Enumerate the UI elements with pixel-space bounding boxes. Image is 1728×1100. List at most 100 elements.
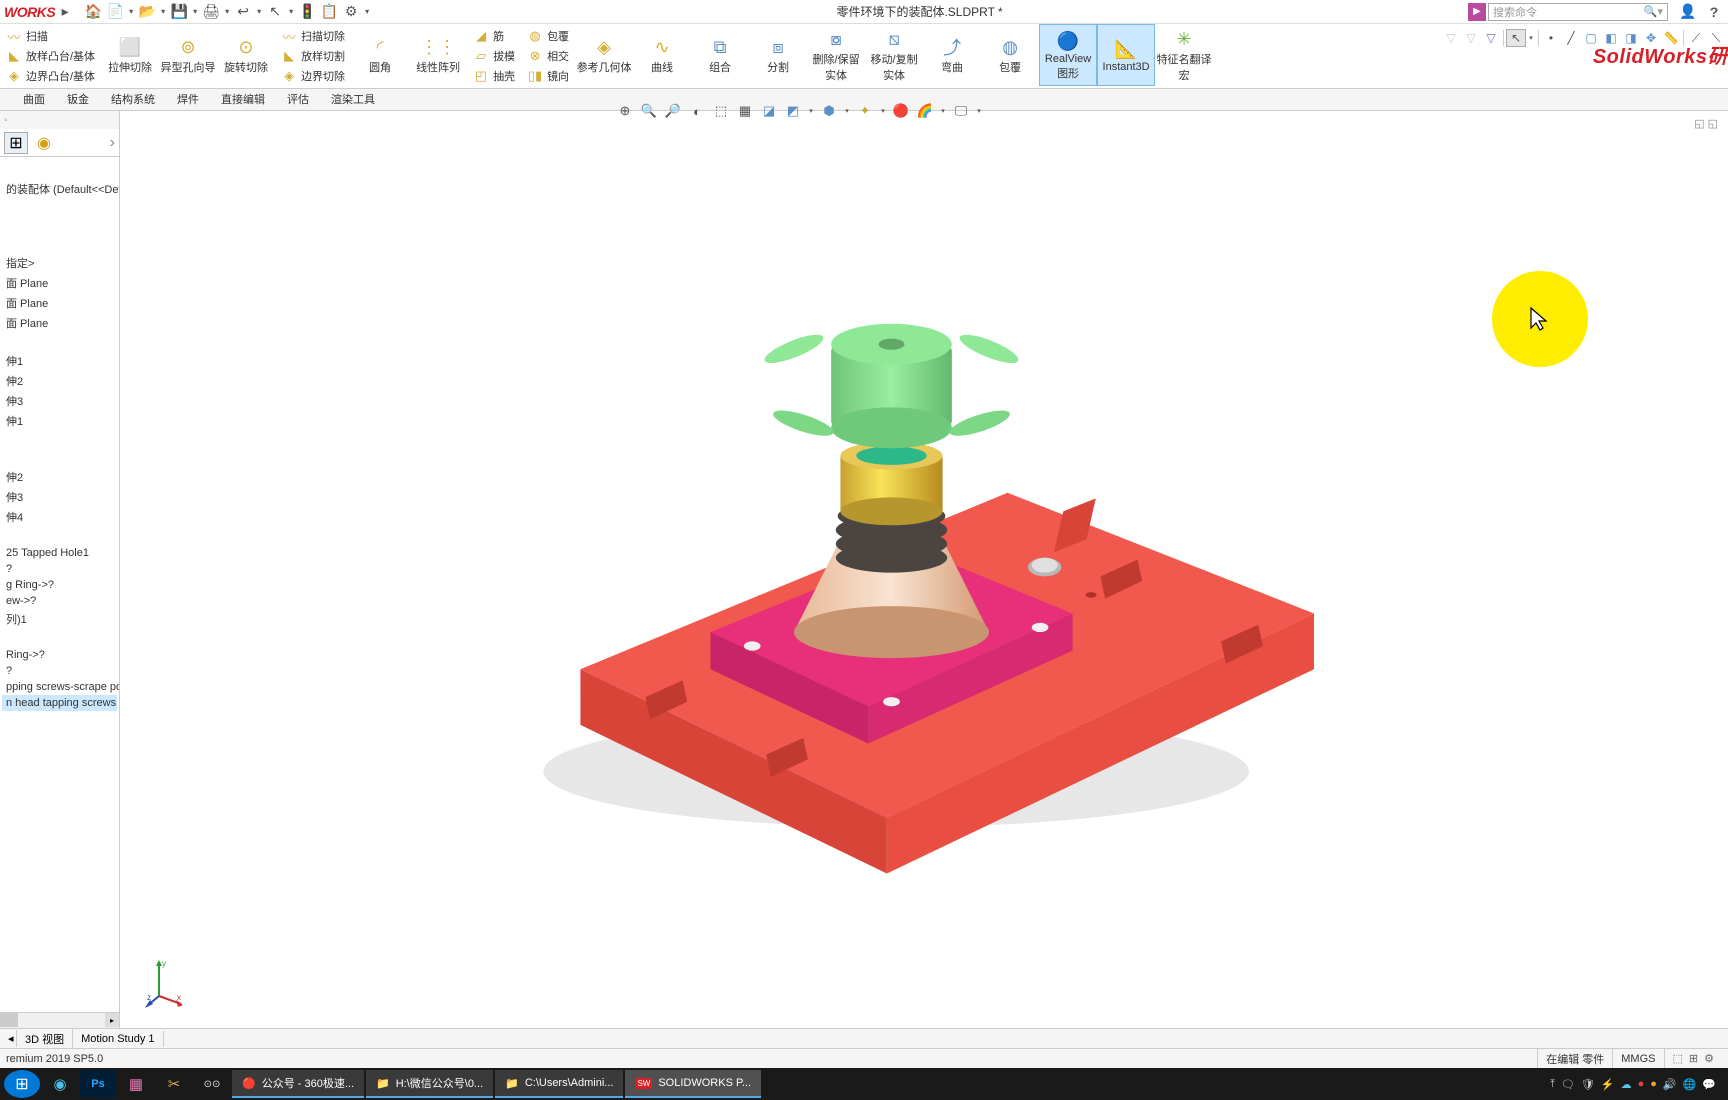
zoom-fit-icon[interactable]: ⊕ [615,101,635,121]
system-tray[interactable]: ⤒ 🗨 🛡 ⚡ ☁ ● ● 🔊 🌐 💬 [1550,1078,1724,1091]
tree-scrollbar[interactable]: ▸ [0,1012,119,1028]
tree-item[interactable]: ? [2,663,117,679]
revolve-cut-button[interactable]: ⊙旋转切除 [217,24,275,86]
dropdown-icon[interactable]: ▾ [843,101,851,121]
rename-button[interactable]: ✳特征名翻译宏 [1155,24,1213,86]
tree-item[interactable]: ew->? [2,593,117,609]
dropdown-icon[interactable]: ▾ [255,2,263,22]
dropdown-icon[interactable]: ▾ [287,2,295,22]
print-icon[interactable]: 🖨 [201,2,221,22]
dropdown-icon[interactable]: ▾ [807,101,815,121]
tab-evaluate[interactable]: 评估 [276,87,320,110]
tree-feature[interactable]: 伸3 [2,487,117,507]
tree-screw[interactable]: pping screws-scrape poin [2,679,117,695]
enclose-button[interactable]: ◍包覆 [981,24,1039,86]
tree-plane[interactable]: 面 Plane [2,293,117,313]
filter2-icon[interactable]: ▽ [1461,29,1481,47]
taskbar-item[interactable]: 🔴公众号 - 360极速... [232,1070,364,1098]
line-icon[interactable]: ╱ [1561,29,1581,47]
tab-surface[interactable]: 曲面 [12,87,56,110]
movecopy-button[interactable]: ⧅移动/复制实体 [865,24,923,86]
dropdown-icon[interactable]: ▾ [159,2,167,22]
window-restore-icon[interactable]: ◱ ◱ [1694,117,1718,130]
search-trigger-icon[interactable]: ▶ [1468,3,1486,21]
refgeo-button[interactable]: ◈参考几何体 [575,24,633,86]
tree-ring[interactable]: Ring->? [2,647,117,663]
taskbar-ps-icon[interactable]: Ps [80,1070,116,1098]
taskbar-browser-icon[interactable]: ◉ [42,1070,78,1098]
select-icon[interactable]: ↖ [265,2,285,22]
realview-button[interactable]: 🔵RealView 图形 [1039,24,1097,86]
combine-button[interactable]: ⧉组合 [691,24,749,86]
intersect-button[interactable]: ⊗相交 [523,46,573,66]
view-orient-icon[interactable]: ⬚ [711,101,731,121]
tree-feature[interactable]: 伸1 [2,411,117,431]
tab-motion[interactable]: Motion Study 1 [73,1031,163,1047]
status-icons[interactable]: ⬚ ⊞ ⚙ [1664,1049,1723,1068]
bend-button[interactable]: ⤴弯曲 [923,24,981,86]
select-tool-icon[interactable]: ↖ [1506,29,1526,47]
filter3-icon[interactable]: ▽ [1481,29,1501,47]
tab-sheetmetal[interactable]: 钣金 [56,87,100,110]
undo-icon[interactable]: ↩ [233,2,253,22]
boundary-cut-button[interactable]: ◈边界切除 [277,66,349,86]
tray-icon[interactable]: ⤒ [1550,1078,1555,1091]
tree-plane[interactable]: 面 Plane [2,273,117,293]
sweep-cut-button[interactable]: 〰扫描切除 [277,26,349,46]
tree-plane[interactable]: 面 Plane [2,313,117,333]
tray-icon[interactable]: ☁ [1621,1078,1632,1091]
screen-icon[interactable]: 🖵 [951,101,971,121]
options-icon[interactable]: 📋 [319,2,339,22]
tray-icon[interactable]: ⚡ [1601,1078,1615,1091]
zoom-area-icon[interactable]: 🔍 [639,101,659,121]
instant3d-button[interactable]: 📐Instant3D [1097,24,1155,86]
taskbar-app-icon[interactable]: ▦ [118,1070,154,1098]
decal-icon[interactable]: 🌈 [915,101,935,121]
taskbar-app-icon[interactable]: ⊙⊙ [194,1070,230,1098]
expand-panel-icon[interactable]: › [110,134,115,152]
section-icon[interactable]: ◐ [687,101,707,121]
tree-root[interactable]: 的装配体 (Default<<Defau [2,179,117,199]
scene-icon[interactable]: ⬢ [819,101,839,121]
save-icon[interactable]: 💾 [169,2,189,22]
view-setting-icon[interactable]: ✦ [855,101,875,121]
pattern-button[interactable]: ⋮⋮线性阵列 [409,24,467,86]
start-button[interactable]: ⊞ [4,1070,40,1098]
point-icon[interactable]: • [1541,29,1561,47]
dropdown-icon[interactable]: ▾ [939,101,947,121]
mirror-button[interactable]: ▯▮镜向 [523,66,573,86]
new-icon[interactable]: 📄 [105,2,125,22]
help-icon[interactable]: ? [1704,2,1724,22]
taskbar-item-active[interactable]: SWSOLIDWORKS P... [625,1070,761,1098]
scrollbar-thumb[interactable] [0,1013,18,1027]
hole-wizard-button[interactable]: ⊚异型孔向导 [159,24,217,86]
panel-chevron-icon[interactable]: ◦ [4,115,8,126]
display-style-icon[interactable]: ▦ [735,101,755,121]
filter-icon[interactable]: ▽ [1441,29,1461,47]
user-icon[interactable]: 👤 [1678,2,1698,22]
wrap-button[interactable]: ◍包覆 [523,26,573,46]
graphics-viewport[interactable]: ◱ ◱ [120,111,1728,1028]
dropdown-icon[interactable]: ▾ [223,2,231,22]
loft-cut-button[interactable]: ◣放样切割 [277,46,349,66]
view-triad[interactable]: y x z [145,958,185,1008]
model-tab[interactable]: ◂ [0,1030,17,1047]
tree-screw[interactable]: n head tapping screws wi [2,695,117,711]
dropdown-icon[interactable]: ▾ [975,101,983,121]
extrude-cut-button[interactable]: ⬜拉伸切除 [101,24,159,86]
rebuild-icon[interactable]: 🚦 [297,2,317,22]
search-input[interactable]: 搜索命令 🔍▾ [1488,3,1668,21]
tray-icon[interactable]: 🌐 [1683,1078,1697,1091]
status-icon[interactable]: ⊞ [1689,1052,1698,1065]
tree-feature[interactable]: 伸1 [2,351,117,371]
tree-feature[interactable]: 伸2 [2,371,117,391]
menu-arrow-icon[interactable]: ▸ [55,2,75,22]
tree-array[interactable]: 列)1 [2,609,117,629]
tree-hole[interactable]: 25 Tapped Hole1 [2,545,117,561]
fillet-button[interactable]: ◜圆角 [351,24,409,86]
tray-icon[interactable]: 🗨 [1561,1078,1575,1091]
scroll-right-icon[interactable]: ▸ [105,1013,119,1027]
tree-item[interactable]: ? [2,561,117,577]
settings-icon[interactable]: ⚙ [341,2,361,22]
tree-item[interactable]: 指定> [2,253,117,273]
